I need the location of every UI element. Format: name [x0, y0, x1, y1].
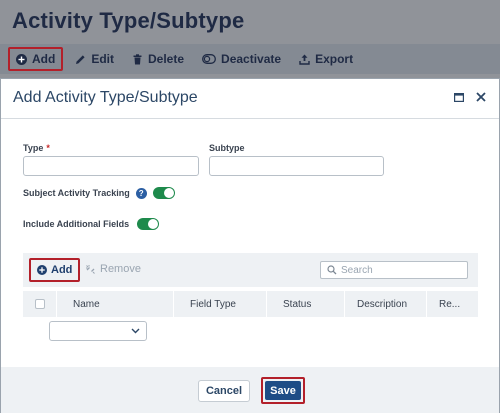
toolbar-add-label: Add [32, 52, 56, 66]
subtype-label: Subtype [209, 143, 245, 153]
grid-add-label: Add [51, 264, 73, 276]
save-button[interactable]: Save [265, 381, 301, 400]
unlink-icon [85, 264, 96, 275]
grid-search-box [320, 261, 468, 279]
help-icon[interactable]: ? [135, 187, 147, 199]
subject-tracking-toggle[interactable] [152, 187, 175, 199]
subject-tracking-label: Subject Activity Tracking [23, 188, 130, 198]
toggle-off-icon [202, 54, 216, 65]
chevron-down-icon [131, 328, 140, 334]
main-toolbar: Add Edit Delete Deactivate Export [0, 44, 500, 74]
plus-circle-icon [37, 265, 47, 275]
trash-icon [132, 53, 143, 65]
add-activity-type-dialog: Add Activity Type/Subtype Type * Subtype … [0, 78, 500, 413]
name-select[interactable] [49, 321, 147, 341]
pencil-icon [75, 54, 86, 65]
type-input[interactable] [23, 156, 199, 176]
plus-circle-icon [16, 53, 27, 65]
toolbar-deactivate-label: Deactivate [221, 52, 282, 66]
toolbar-delete-button[interactable]: Delete [126, 47, 190, 71]
toolbar-export-label: Export [315, 52, 354, 66]
dialog-header-actions [453, 91, 487, 103]
close-icon[interactable] [475, 91, 487, 103]
grid-remove-label: Remove [100, 263, 141, 275]
page-title: Activity Type/Subtype [12, 8, 245, 33]
column-header-field-type[interactable]: Field Type [174, 291, 267, 317]
type-label-text: Type [23, 143, 44, 153]
fields-grid-header: Name Field Type Status Description Re... [23, 291, 478, 317]
include-fields-toggle[interactable] [137, 218, 160, 230]
dialog-title: Add Activity Type/Subtype [13, 89, 198, 106]
grid-add-button[interactable]: Add [29, 258, 81, 282]
include-fields-label: Include Additional Fields [23, 219, 130, 229]
toolbar-edit-button[interactable]: Edit [69, 47, 120, 71]
maximize-icon[interactable] [453, 91, 465, 103]
subject-tracking-row: Subject Activity Tracking ? [23, 187, 175, 199]
toolbar-deactivate-button[interactable]: Deactivate [196, 47, 287, 71]
select-all-checkbox[interactable] [34, 299, 45, 309]
toolbar-add-button[interactable]: Add [8, 47, 64, 71]
toolbar-edit-label: Edit [91, 52, 114, 66]
dialog-footer: Cancel Save [1, 367, 499, 413]
fields-grid-toolbar: Add Remove [23, 253, 478, 287]
cancel-button[interactable]: Cancel [198, 380, 250, 402]
column-header-status[interactable]: Status [267, 291, 345, 317]
include-fields-row: Include Additional Fields [23, 218, 160, 230]
toolbar-delete-label: Delete [148, 52, 185, 66]
grid-search-input[interactable] [341, 264, 461, 276]
export-icon [299, 54, 310, 65]
column-header-description[interactable]: Description [345, 291, 427, 317]
required-marker: * [46, 143, 50, 153]
column-header-name[interactable]: Name [57, 291, 174, 317]
grid-remove-button[interactable]: Remove [85, 263, 141, 275]
search-icon [327, 265, 337, 275]
subtype-input[interactable] [209, 156, 384, 176]
column-header-truncated[interactable]: Re... [427, 291, 478, 317]
dialog-header: Add Activity Type/Subtype [1, 79, 499, 119]
save-button-highlight: Save [261, 377, 305, 404]
type-label: Type * [23, 143, 50, 153]
select-all-cell [23, 291, 57, 317]
toolbar-export-button[interactable]: Export [293, 47, 359, 71]
